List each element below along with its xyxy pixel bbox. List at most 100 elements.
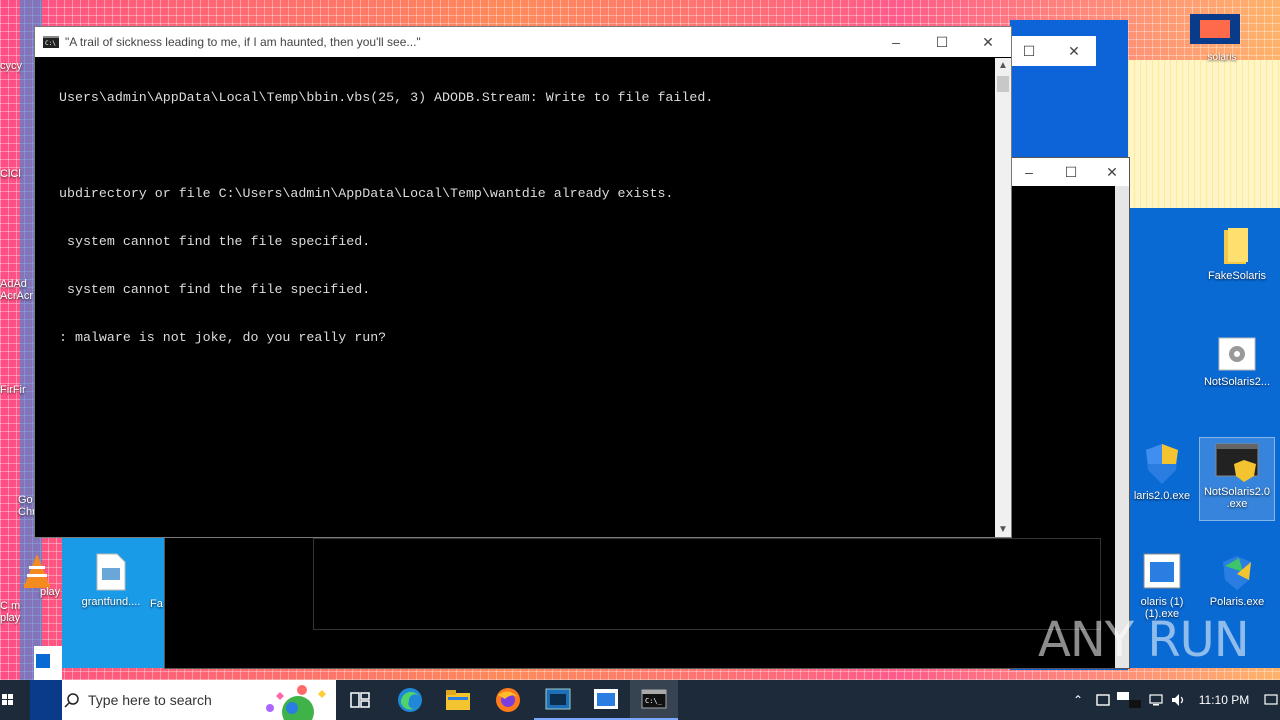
console-titlebar: C:\ "A trail of sickness leading to me, … bbox=[35, 27, 1011, 57]
console-line: ubdirectory or file C:\Users\admin\AppDa… bbox=[59, 186, 674, 201]
device-icon bbox=[1096, 694, 1110, 706]
desktop-icon-laris-exe[interactable]: laris2.0.exe bbox=[1124, 442, 1200, 502]
close-button[interactable]: ✕ bbox=[965, 27, 1011, 57]
clock-time: 11:10 PM bbox=[1198, 693, 1250, 707]
windows-logo-icon bbox=[2, 694, 13, 705]
tray-item[interactable] bbox=[1092, 680, 1114, 720]
desktop-icon-notsolaris2[interactable]: NotSolaris2... bbox=[1200, 336, 1274, 388]
search-highlight-icon bbox=[266, 685, 326, 720]
minimize-button[interactable]: – bbox=[873, 27, 919, 57]
notification-icon bbox=[1264, 694, 1278, 705]
desktop-icon-firefox[interactable]: FirFir bbox=[0, 384, 36, 396]
maximize-button[interactable]: ☐ bbox=[1053, 158, 1089, 186]
show-hidden-icons-button[interactable]: ⌃ bbox=[1066, 680, 1090, 720]
app-window-shield-icon bbox=[1215, 443, 1259, 482]
desktop-icon-notsolaris-exe[interactable]: NotSolaris2.0 .exe bbox=[1199, 437, 1275, 521]
search-placeholder: Type here to search bbox=[88, 692, 212, 708]
desktop-icon-olaris-1[interactable]: olaris (1) (1).exe bbox=[1124, 552, 1200, 620]
console-line: system cannot find the file specified. bbox=[59, 234, 371, 249]
taskbar-edge[interactable] bbox=[386, 680, 434, 720]
svg-text:C:\_: C:\_ bbox=[645, 697, 663, 705]
desktop-icon-acrobat[interactable]: AdAd AcrAcr bbox=[0, 278, 36, 302]
console-line: Users\admin\AppData\Local\Temp\bbin.vbs(… bbox=[59, 90, 714, 105]
vlc-cone-icon bbox=[24, 554, 50, 588]
taskbar-app-notsolaris[interactable] bbox=[534, 680, 582, 720]
desktop-icon-label: C m play bbox=[0, 600, 21, 624]
start-button[interactable] bbox=[0, 680, 16, 720]
desktop-background-tile bbox=[1128, 60, 1280, 210]
desktop-icon-vlc-label[interactable]: play bbox=[40, 586, 64, 598]
glitch-tray-icon bbox=[1117, 692, 1141, 708]
action-center-button[interactable] bbox=[1262, 680, 1280, 720]
speaker-icon bbox=[1172, 694, 1184, 706]
svg-text:C:\: C:\ bbox=[45, 40, 56, 47]
task-view-icon bbox=[350, 692, 370, 708]
scroll-up-arrow-icon[interactable]: ▲ bbox=[998, 60, 1008, 71]
maximize-button[interactable]: ☐ bbox=[1010, 36, 1048, 66]
desktop-icon-label: Polaris.exe bbox=[1209, 596, 1265, 608]
edge-icon bbox=[398, 688, 422, 712]
scrollbar[interactable] bbox=[1115, 186, 1129, 668]
windows-logo-fragment bbox=[36, 654, 50, 668]
desktop-icon-label: ClCl bbox=[0, 168, 21, 180]
glitch-fragment bbox=[1200, 20, 1230, 38]
folder-icon bbox=[1224, 228, 1248, 264]
console-scrollbar[interactable]: ▲ ▼ bbox=[995, 58, 1011, 537]
desktop-icon-label: laris2.0.exe bbox=[1133, 490, 1191, 502]
image-file-icon bbox=[96, 553, 126, 591]
desktop-icon-label: AdAd AcrAcr bbox=[0, 278, 33, 302]
console-line: system cannot find the file specified. bbox=[59, 282, 371, 297]
desktop-icon-solaris[interactable]: solaris bbox=[1192, 52, 1252, 63]
chevron-up-icon: ⌃ bbox=[1072, 693, 1084, 707]
desktop-icon-grantfund[interactable]: grantfund.... bbox=[74, 552, 148, 608]
console-output: Users\admin\AppData\Local\Temp\bbin.vbs(… bbox=[59, 58, 713, 378]
console-app-icon: C:\ bbox=[43, 36, 59, 48]
network-button[interactable] bbox=[1146, 680, 1166, 720]
desktop-icon-label: Fa bbox=[150, 598, 163, 610]
console-title: "A trail of sickness leading to me, if I… bbox=[65, 35, 421, 49]
folder-icon bbox=[446, 690, 470, 710]
settings-file-icon bbox=[1218, 337, 1256, 371]
close-button[interactable]: ✕ bbox=[1054, 36, 1094, 66]
taskbar-search-box[interactable]: Type here to search bbox=[62, 680, 336, 720]
minimize-button[interactable]: – bbox=[1011, 158, 1047, 186]
desktop-icon-vlc[interactable]: C m play bbox=[0, 600, 30, 624]
desktop-icon-label: play bbox=[40, 586, 61, 598]
taskbar-file-explorer[interactable] bbox=[434, 680, 482, 720]
desktop-icon-label: cycy bbox=[0, 60, 22, 72]
task-view-button[interactable] bbox=[336, 680, 384, 720]
taskbar-app-window[interactable] bbox=[582, 680, 630, 720]
vlc-icon[interactable] bbox=[22, 552, 52, 588]
close-button[interactable]: ✕ bbox=[1095, 158, 1129, 186]
app-window-icon bbox=[1143, 553, 1181, 589]
installer-shield-icon bbox=[1223, 556, 1251, 590]
desktop-icon-label: solaris bbox=[1207, 52, 1237, 63]
tray-item[interactable] bbox=[1114, 680, 1144, 720]
volume-button[interactable] bbox=[1168, 680, 1190, 720]
taskbar-firefox[interactable] bbox=[484, 680, 532, 720]
search-icon bbox=[64, 693, 79, 708]
shield-icon bbox=[1146, 444, 1178, 484]
console-window[interactable]: C:\ "A trail of sickness leading to me, … bbox=[34, 26, 1012, 538]
network-icon bbox=[1149, 694, 1163, 706]
app-window-icon bbox=[594, 689, 618, 709]
desktop-icon-label: NotSolaris2.0 .exe bbox=[1203, 486, 1271, 510]
scroll-down-arrow-icon[interactable]: ▼ bbox=[998, 524, 1008, 535]
desktop-icon-cy[interactable]: cycy bbox=[0, 60, 36, 72]
console-line: : malware is not joke, do you really run… bbox=[59, 330, 387, 345]
glitch-fragment bbox=[30, 680, 62, 720]
scrollbar-thumb[interactable] bbox=[997, 76, 1009, 92]
desktop-icon-cl[interactable]: ClCl bbox=[0, 168, 36, 180]
app-window-icon bbox=[545, 688, 571, 710]
clock[interactable]: 11:10 PM bbox=[1192, 680, 1256, 720]
desktop-icon-fakesolaris[interactable]: FakeSolaris bbox=[1200, 226, 1274, 282]
desktop-icon-label: NotSolaris2... bbox=[1203, 376, 1271, 388]
taskbar-command-prompt[interactable]: C:\_ bbox=[630, 680, 678, 720]
desktop-icon-polaris[interactable]: Polaris.exe bbox=[1200, 552, 1274, 608]
background-window-titlebar: ☐ ✕ bbox=[1010, 36, 1096, 66]
console-app-icon: C:\_ bbox=[641, 689, 667, 709]
maximize-button[interactable]: ☐ bbox=[919, 27, 965, 57]
anyrun-watermark: ANY RUN bbox=[1038, 612, 1250, 668]
desktop-icon-label: FirFir bbox=[0, 384, 26, 396]
